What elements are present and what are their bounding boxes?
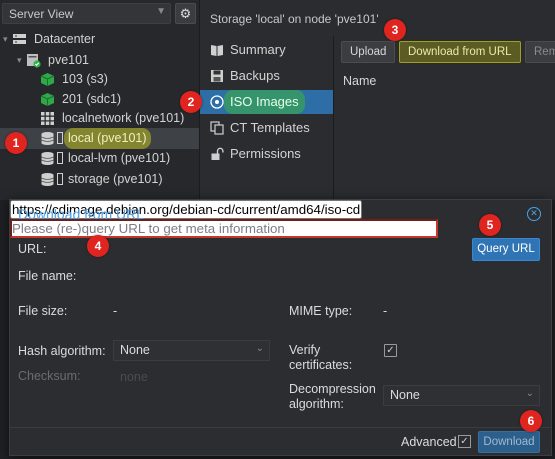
decompression-label-line: Decompression xyxy=(289,382,376,396)
tree-item-label: localnetwork (pve101) xyxy=(62,111,185,125)
container-icon xyxy=(40,73,55,86)
tree-item-storage[interactable]: local-lvm (pve101) xyxy=(0,148,199,169)
step-badge: 2 xyxy=(180,91,202,113)
step-badge: 3 xyxy=(384,19,406,41)
tree-item-storage-local[interactable]: local (pve101) xyxy=(0,128,199,149)
tree-item-node[interactable]: ▾ pve101 xyxy=(0,50,199,71)
nav-item-label: CT Templates xyxy=(230,120,310,135)
checksum-label: Checksum: xyxy=(18,369,81,383)
verify-certificates-checkbox[interactable]: ✓ xyxy=(384,344,397,357)
nav-item-label: Permissions xyxy=(230,146,301,161)
nav-item-label: Summary xyxy=(230,42,286,57)
server-view-label: Server View xyxy=(9,7,74,21)
book-icon xyxy=(211,45,223,56)
gear-icon[interactable]: ⚙ xyxy=(175,3,196,24)
verify-certificates-label-line: Verify xyxy=(289,343,321,357)
tree-item-label: 201 (sdc1) xyxy=(62,92,122,106)
file-icon xyxy=(57,152,63,164)
chevron-down-icon: ⌄ xyxy=(255,343,264,354)
server-view-select[interactable]: Server View ▼ xyxy=(2,3,171,24)
tree-item-storage[interactable]: storage (pve101) xyxy=(0,169,199,190)
file-size-value: - xyxy=(113,304,118,318)
tree-item-label: local (pve101) xyxy=(64,128,151,149)
chevron-down-icon: ▼ xyxy=(156,6,166,17)
network-grid-icon xyxy=(41,112,54,125)
tree-item-vm[interactable]: 103 (s3) xyxy=(0,69,199,90)
collapse-icon[interactable]: ▾ xyxy=(17,50,22,71)
nav-item-label: ISO Images xyxy=(224,90,305,114)
nav-item-summary[interactable]: Summary xyxy=(200,38,333,62)
storage-panel: Storage 'local' on node 'pve101' Summary… xyxy=(199,0,555,200)
tree-item-label: local-lvm (pve101) xyxy=(68,151,171,165)
database-icon xyxy=(41,173,54,186)
nav-item-ct-templates[interactable]: CT Templates xyxy=(200,116,333,140)
nav-item-permissions[interactable]: Permissions xyxy=(200,142,333,166)
database-icon xyxy=(41,152,54,165)
datacenter-icon xyxy=(13,34,26,44)
chevron-down-icon: ⌄ xyxy=(525,388,534,399)
decompression-label-line: algorithm: xyxy=(289,397,344,411)
url-label: URL: xyxy=(18,242,47,256)
database-icon xyxy=(41,132,54,145)
storage-content: Upload Download from URL Rem Name xyxy=(333,36,555,200)
panel-title: Storage 'local' on node 'pve101' xyxy=(210,12,379,26)
step-badge: 4 xyxy=(87,235,109,257)
resource-tree-panel: Server View ▼ ⚙ ▾ Datacenter ▾ pve101 10… xyxy=(0,0,199,200)
hash-algorithm-label: Hash algorithm: xyxy=(18,344,106,358)
file-icon xyxy=(57,132,63,144)
copy-icon xyxy=(210,121,224,135)
mime-type-value: - xyxy=(383,304,388,318)
tree-item-label: pve101 xyxy=(48,53,90,67)
node-online-icon xyxy=(27,54,41,68)
advanced-checkbox[interactable]: ✓ xyxy=(458,435,471,448)
unlock-icon xyxy=(211,147,224,160)
decompression-select[interactable]: None ⌄ xyxy=(383,385,540,406)
advanced-label: Advanced xyxy=(401,435,457,449)
step-badge: 6 xyxy=(520,410,542,432)
file-size-label: File size: xyxy=(18,304,68,318)
container-icon xyxy=(40,93,55,106)
tree-item-datacenter[interactable]: ▾ Datacenter xyxy=(0,29,199,50)
nav-item-iso-images[interactable]: ISO Images xyxy=(200,90,333,114)
hash-algorithm-value: None xyxy=(120,343,150,357)
step-badge: 1 xyxy=(5,132,27,154)
nav-item-backups[interactable]: Backups xyxy=(200,64,333,88)
query-url-button[interactable]: Query URL xyxy=(472,238,540,261)
tree-item-label: Datacenter xyxy=(34,32,96,46)
dialog-title: Download from URL xyxy=(18,206,145,222)
step-badge: 5 xyxy=(479,214,501,236)
upload-button[interactable]: Upload xyxy=(341,41,396,63)
close-icon[interactable]: ✕ xyxy=(527,207,541,221)
nav-item-label: Backups xyxy=(230,68,280,83)
file-name-label: File name: xyxy=(18,269,77,283)
dialog-footer: Advanced ✓ Download xyxy=(10,427,551,455)
hash-algorithm-select[interactable]: None ⌄ xyxy=(113,340,270,361)
checksum-input[interactable]: none xyxy=(120,370,148,384)
tree-item-vm[interactable]: 201 (sdc1) xyxy=(0,89,199,110)
download-from-url-button[interactable]: Download from URL xyxy=(399,41,521,63)
verify-certificates-label: Verify certificates: xyxy=(289,343,352,373)
decompression-label: Decompression algorithm: xyxy=(289,382,376,412)
floppy-icon xyxy=(211,70,223,82)
tree-item-label: 103 (s3) xyxy=(62,72,108,86)
verify-certificates-label-line: certificates: xyxy=(289,358,353,372)
remove-button[interactable]: Rem xyxy=(525,41,555,63)
disc-icon xyxy=(210,95,224,109)
mime-type-label: MIME type: xyxy=(289,304,353,318)
decompression-value: None xyxy=(390,388,420,402)
column-header-name[interactable]: Name xyxy=(343,74,376,88)
tree-item-network[interactable]: localnetwork (pve101) xyxy=(0,108,199,129)
tree-item-label: storage (pve101) xyxy=(68,172,163,186)
download-button[interactable]: Download xyxy=(478,431,540,453)
file-icon xyxy=(57,173,63,185)
collapse-icon[interactable]: ▾ xyxy=(3,29,8,50)
storage-nav: Summary Backups ISO Images CT Templates … xyxy=(200,36,333,200)
